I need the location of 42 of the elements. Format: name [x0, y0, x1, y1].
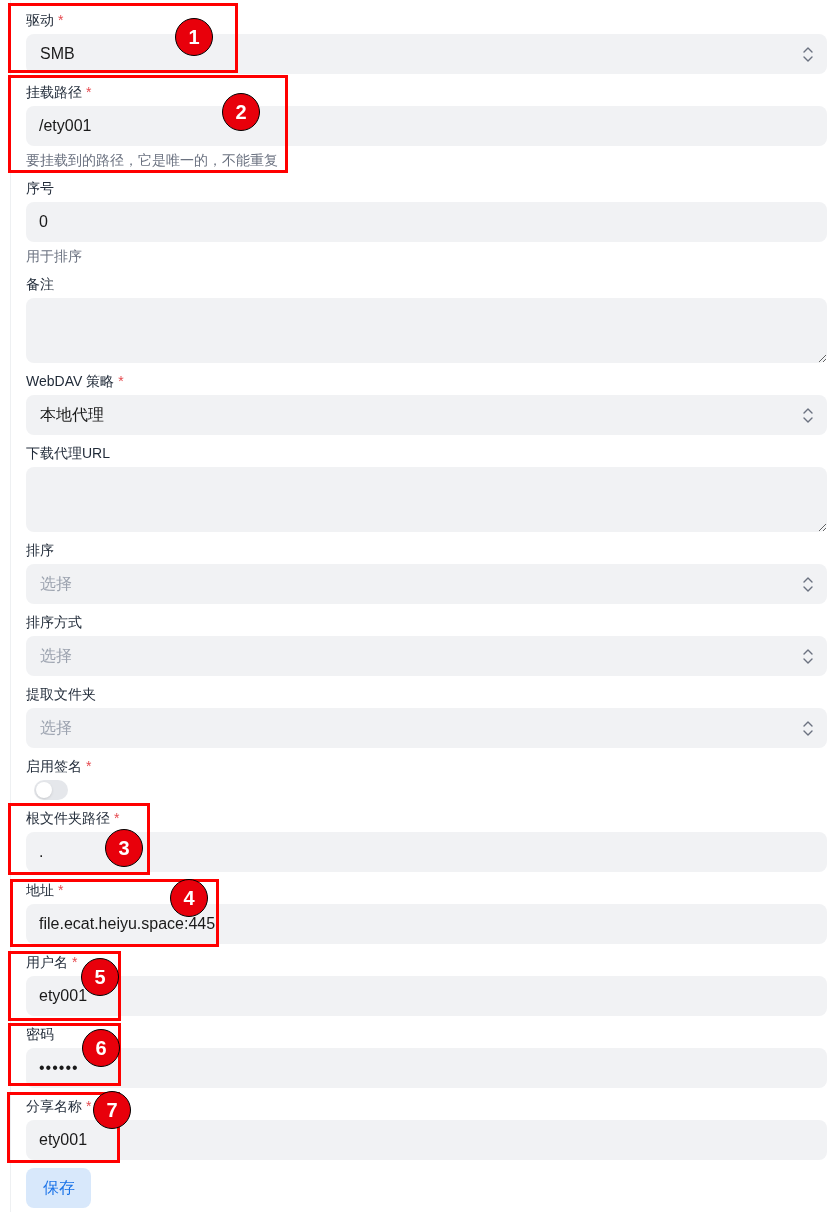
save-button[interactable]: 保存	[26, 1168, 91, 1208]
text-field[interactable]: 0	[26, 202, 827, 242]
field-label: 排序方式	[26, 613, 82, 632]
field-label: 序号	[26, 179, 54, 198]
toggle-switch[interactable]	[34, 780, 68, 800]
field-label: 下载代理URL	[26, 444, 110, 463]
required-mark: *	[72, 953, 78, 972]
select-chevron-icon	[803, 648, 813, 664]
help-text: 要挂载到的路径，它是唯一的，不能重复	[26, 151, 279, 170]
required-mark: *	[86, 757, 92, 776]
required-mark: *	[58, 11, 64, 30]
select-chevron-icon	[803, 576, 813, 592]
text-field[interactable]: file.ecat.heiyu.space:445	[26, 904, 827, 944]
select-chevron-icon	[803, 407, 813, 423]
callout-number: 6	[82, 1029, 120, 1067]
text-field[interactable]: ety001	[26, 1120, 827, 1160]
field-label: 密码	[26, 1025, 54, 1044]
field-label: 用户名	[26, 953, 68, 972]
required-mark: *	[114, 809, 120, 828]
field-label: WebDAV 策略	[26, 372, 115, 391]
textarea-field[interactable]	[26, 467, 827, 532]
select-chevron-icon	[803, 720, 813, 736]
field-label: 排序	[26, 541, 54, 560]
field-label: 挂载路径	[26, 83, 82, 102]
callout-number: 2	[222, 93, 260, 131]
required-mark: *	[118, 372, 124, 391]
field-label: 分享名称	[26, 1097, 82, 1116]
field-label: 提取文件夹	[26, 685, 96, 704]
field-label: 备注	[26, 275, 54, 294]
field-label: 根文件夹路径	[26, 809, 110, 828]
required-mark: *	[86, 83, 92, 102]
field-label: 启用签名	[26, 757, 82, 776]
callout-number: 1	[175, 18, 213, 56]
field-label: 地址	[26, 881, 54, 900]
help-text: 用于排序	[26, 247, 83, 266]
required-mark: *	[86, 1097, 92, 1116]
select-field[interactable]: 本地代理	[26, 395, 827, 435]
textarea-field[interactable]	[26, 298, 827, 363]
callout-number: 7	[93, 1091, 131, 1129]
field-label: 驱动	[26, 11, 54, 30]
select-chevron-icon	[803, 46, 813, 62]
required-mark: *	[58, 881, 64, 900]
